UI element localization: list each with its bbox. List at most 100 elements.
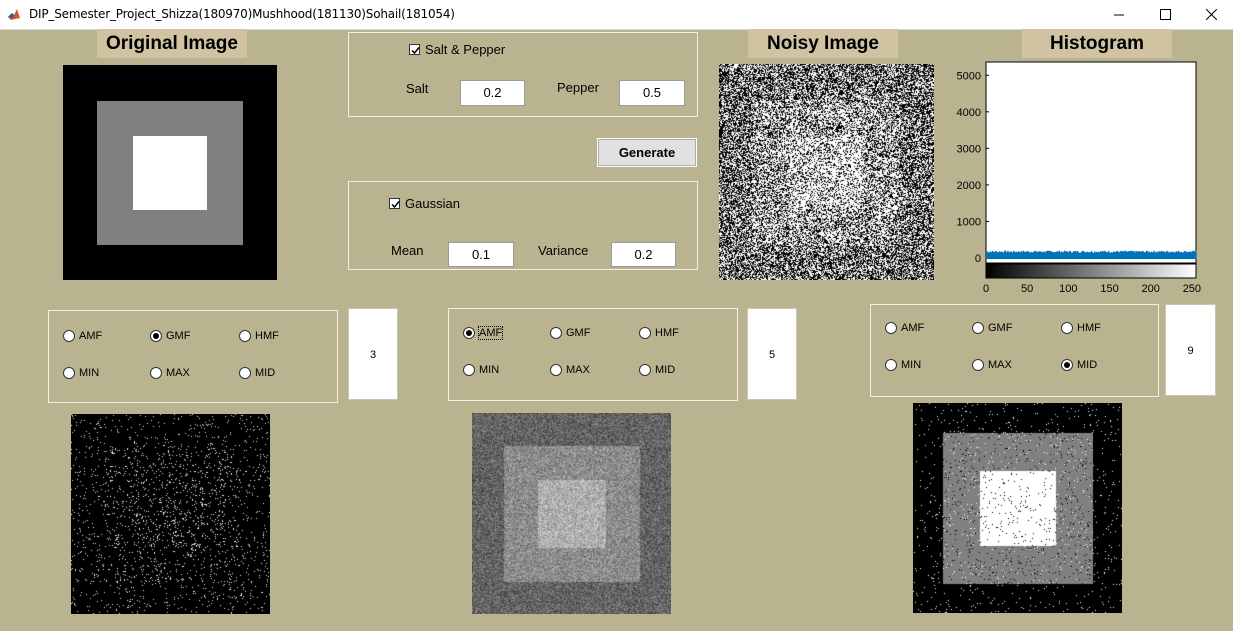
radio-mid-2[interactable]: MID — [639, 364, 699, 378]
window-size-value-2: 5 — [768, 349, 776, 361]
y-tick-label: 4000 — [957, 107, 981, 119]
radio-amf-2[interactable]: AMF — [463, 326, 523, 341]
radio-min-2[interactable]: MIN — [463, 364, 523, 378]
radio-label: MAX — [566, 364, 590, 376]
x-tick-label: 150 — [1100, 283, 1118, 295]
radio-max-2[interactable]: MAX — [550, 364, 610, 378]
radio-min-1[interactable]: MIN — [63, 367, 123, 381]
x-tick-label: 50 — [1021, 283, 1033, 295]
close-button[interactable] — [1188, 0, 1233, 29]
gaussian-checkbox[interactable] — [389, 198, 400, 209]
radio-button-icon — [239, 367, 251, 379]
salt-pepper-panel: Salt & Pepper Salt 0.2 Pepper 0.5 — [348, 32, 698, 117]
radio-button-icon — [639, 327, 651, 339]
radio-gmf-3[interactable]: GMF — [972, 322, 1032, 336]
radio-label: GMF — [988, 322, 1013, 334]
output-image-1 — [71, 414, 270, 614]
window-size-box-1[interactable]: 3 — [348, 308, 398, 400]
y-tick-label: 5000 — [957, 70, 981, 82]
output-image-2-canvas — [472, 413, 671, 614]
radio-button-icon — [639, 364, 651, 376]
radio-amf-3[interactable]: AMF — [885, 322, 945, 336]
output-image-2 — [472, 413, 671, 614]
mean-input[interactable]: 0.1 — [448, 242, 514, 267]
mean-label: Mean — [391, 243, 424, 258]
radio-hmf-3[interactable]: HMF — [1061, 322, 1121, 336]
salt-pepper-checkbox[interactable] — [409, 44, 420, 55]
output-image-3-canvas — [913, 403, 1122, 613]
output-image-1-canvas — [71, 414, 270, 614]
radio-button-icon — [972, 359, 984, 371]
close-icon — [1205, 9, 1217, 20]
pepper-value: 0.5 — [642, 85, 662, 100]
x-tick-label: 200 — [1142, 283, 1160, 295]
histogram-bar — [1195, 250, 1197, 259]
radio-hmf-1[interactable]: HMF — [239, 330, 299, 344]
checkmark-icon — [391, 201, 400, 209]
radio-label: GMF — [566, 327, 591, 339]
filter-panel-2: AMF GMF HMF MIN MAX MID — [448, 308, 738, 401]
radio-label: HMF — [655, 327, 679, 339]
gaussian-panel: Gaussian Mean 0.1 Variance 0.2 — [348, 181, 698, 270]
radio-gmf-1[interactable]: GMF — [150, 330, 210, 344]
radio-label: AMF — [477, 326, 504, 340]
salt-value: 0.2 — [483, 85, 502, 100]
filter-panel-3: AMF GMF HMF MIN MAX MID — [870, 304, 1159, 397]
radio-label: MID — [1077, 359, 1098, 371]
radio-label: MAX — [988, 359, 1012, 371]
generate-button[interactable]: Generate — [597, 138, 697, 167]
mean-value: 0.1 — [471, 247, 491, 262]
radio-button-icon — [885, 322, 897, 334]
maximize-button[interactable] — [1142, 0, 1188, 29]
window-size-box-2[interactable]: 5 — [747, 308, 797, 400]
checkmark-icon — [411, 47, 420, 55]
histogram-svg: 5000 4000 3000 2000 1000 0 0 50 100 150 200 250 — [957, 61, 1201, 295]
radio-mid-1[interactable]: MID — [239, 367, 299, 381]
radio-button-icon — [150, 367, 162, 379]
output-image-3 — [913, 403, 1122, 613]
histogram-header: Histogram — [1022, 29, 1172, 58]
radio-label: MAX — [166, 367, 190, 379]
variance-input[interactable]: 0.2 — [611, 242, 676, 267]
radio-button-icon — [63, 367, 75, 379]
noisy-image-header: Noisy Image — [748, 29, 898, 58]
radio-label: MIN — [479, 364, 500, 376]
maximize-icon — [1159, 9, 1171, 20]
salt-input[interactable]: 0.2 — [460, 80, 525, 106]
radio-button-icon — [239, 330, 251, 342]
noisy-image-canvas — [719, 64, 934, 280]
histogram-colorbar — [985, 263, 1197, 279]
salt-label: Salt — [406, 81, 429, 96]
filter-panel-1: AMF GMF HMF MIN MAX MID — [48, 310, 338, 403]
gaussian-label: Gaussian — [405, 196, 460, 211]
radio-label: AMF — [79, 330, 103, 342]
radio-amf-1[interactable]: AMF — [63, 330, 123, 344]
radio-label: AMF — [901, 322, 925, 334]
radio-max-1[interactable]: MAX — [150, 367, 210, 381]
radio-button-icon — [150, 330, 162, 342]
radio-button-icon — [1061, 322, 1073, 334]
x-tick-label: 250 — [1183, 283, 1201, 295]
radio-button-icon — [550, 364, 562, 376]
radio-button-icon — [550, 327, 562, 339]
radio-mid-3[interactable]: MID — [1061, 359, 1121, 373]
original-image-header: Original Image — [97, 29, 247, 58]
radio-label: GMF — [166, 330, 191, 342]
radio-hmf-2[interactable]: HMF — [639, 327, 699, 341]
histogram-plot-area — [985, 61, 1197, 264]
radio-button-icon — [463, 364, 475, 376]
radio-label: MIN — [79, 367, 100, 379]
noisy-image — [719, 64, 934, 280]
radio-button-icon — [972, 322, 984, 334]
y-tick-label: 0 — [975, 253, 981, 265]
window-size-box-3[interactable]: 9 — [1165, 304, 1216, 396]
radio-max-3[interactable]: MAX — [972, 359, 1032, 373]
radio-button-icon — [63, 330, 75, 342]
window-size-value-1: 3 — [369, 349, 377, 361]
radio-min-3[interactable]: MIN — [885, 359, 945, 373]
y-tick-label: 3000 — [957, 143, 981, 155]
minimize-button[interactable] — [1096, 0, 1142, 29]
pepper-input[interactable]: 0.5 — [619, 80, 685, 106]
window-title: DIP_Semester_Project_Shizza(180970)Mushh… — [29, 7, 455, 21]
radio-gmf-2[interactable]: GMF — [550, 327, 610, 341]
